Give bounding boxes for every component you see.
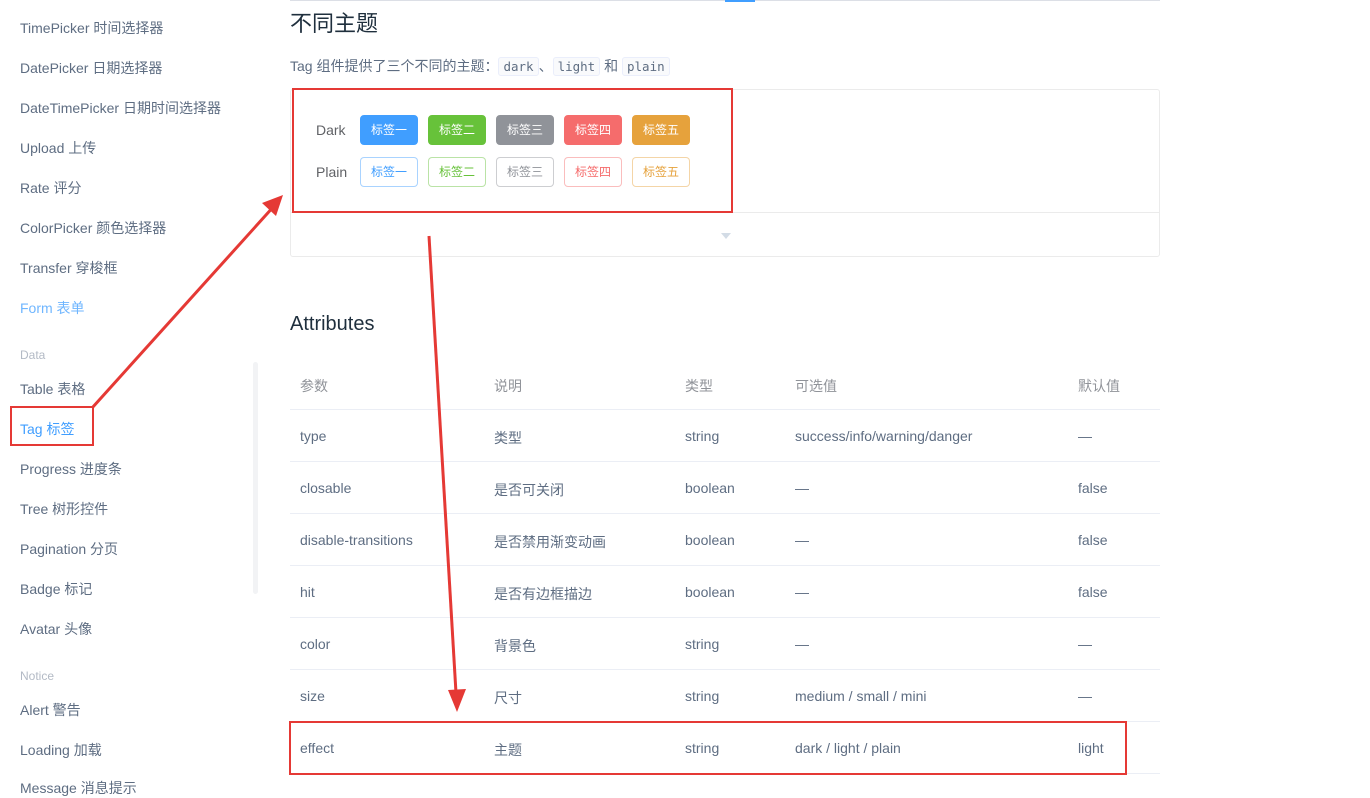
- cell-param: closable: [300, 480, 352, 496]
- cell-description: 尺寸: [494, 690, 522, 706]
- plain-tag: 标签五: [632, 157, 690, 187]
- cell-accepted-values: dark / light / plain: [795, 740, 901, 756]
- section-title: 不同主题: [290, 11, 379, 36]
- cell-description: 类型: [494, 430, 522, 446]
- sidebar-item-message[interactable]: Message 消息提示: [20, 778, 137, 798]
- cell-description: 是否有边框描边: [494, 586, 592, 602]
- plain-tag: 标签一: [360, 157, 418, 187]
- cell-accepted-values: —: [795, 532, 809, 548]
- cell-param: effect: [300, 740, 334, 756]
- sidebar-item-rate[interactable]: Rate 评分: [20, 178, 81, 198]
- cell-default: —: [1078, 428, 1092, 444]
- cell-description: 是否禁用渐变动画: [494, 534, 606, 550]
- table-divider: [290, 721, 1160, 722]
- plain-row-label: Plain: [316, 164, 348, 180]
- cell-default: false: [1078, 480, 1108, 496]
- cell-accepted-values: —: [795, 584, 809, 600]
- sidebar-item-tree[interactable]: Tree 树形控件: [20, 499, 108, 519]
- description-text: Tag 组件提供了三个不同的主题：: [290, 58, 499, 74]
- sidebar-item-upload[interactable]: Upload 上传: [20, 138, 96, 158]
- dark-tag: 标签三: [496, 115, 554, 145]
- cell-param: disable-transitions: [300, 532, 413, 548]
- demo-divider: [291, 212, 1159, 213]
- cell-type: boolean: [685, 532, 735, 548]
- table-divider: [290, 565, 1160, 566]
- sidebar-item-timepicker[interactable]: TimePicker 时间选择器: [20, 18, 163, 38]
- section-description: Tag 组件提供了三个不同的主题： dark、 light 和 plain: [290, 56, 670, 76]
- sidebar-item-colorpicker[interactable]: ColorPicker 颜色选择器: [20, 218, 166, 238]
- sidebar-item-table[interactable]: Table 表格: [20, 379, 85, 399]
- dark-tag: 标签一: [360, 115, 418, 145]
- cell-default: —: [1078, 688, 1092, 704]
- cell-default: —: [1078, 636, 1092, 652]
- attributes-title: Attributes: [290, 313, 375, 335]
- sidebar-group-notice: Notice: [20, 669, 55, 683]
- cell-default: false: [1078, 532, 1108, 548]
- sidebar-scrollbar[interactable]: [253, 362, 258, 594]
- header-description: 说明: [494, 378, 522, 394]
- cell-description: 背景色: [494, 638, 536, 654]
- cell-description: 主题: [494, 742, 522, 758]
- cell-type: string: [685, 740, 720, 756]
- cell-accepted-values: —: [795, 480, 809, 496]
- plain-tag: 标签二: [428, 157, 486, 187]
- table-divider: [290, 669, 1160, 670]
- cell-param: color: [300, 636, 331, 652]
- sidebar-item-pagination[interactable]: Pagination 分页: [20, 539, 118, 559]
- dark-tag: 标签四: [564, 115, 622, 145]
- plain-tag: 标签三: [496, 157, 554, 187]
- cell-type: boolean: [685, 480, 735, 496]
- dark-tag: 标签二: [428, 115, 486, 145]
- dark-tag: 标签五: [632, 115, 690, 145]
- cell-param: size: [300, 688, 325, 704]
- table-divider: [290, 461, 1160, 462]
- sidebar-item-tag[interactable]: Tag 标签: [20, 419, 74, 439]
- cell-param: hit: [300, 584, 315, 600]
- table-divider: [290, 773, 1160, 774]
- code-light: light: [552, 57, 601, 76]
- sidebar-item-form[interactable]: Form 表单: [20, 298, 85, 318]
- arrow-line-demo-to-row: [427, 235, 458, 694]
- table-divider: [290, 617, 1160, 618]
- description-separator: 、: [538, 58, 553, 74]
- arrow-head-icon: [262, 195, 283, 216]
- sidebar-item-badge[interactable]: Badge 标记: [20, 579, 92, 599]
- dark-row-label: Dark: [316, 122, 346, 138]
- code-dark: dark: [498, 57, 539, 76]
- sidebar-item-transfer[interactable]: Transfer 穿梭框: [20, 258, 118, 278]
- sidebar-item-progress[interactable]: Progress 进度条: [20, 459, 122, 479]
- cell-description: 是否可关闭: [494, 482, 564, 498]
- cell-default: light: [1078, 740, 1104, 756]
- cell-accepted-values: medium / small / mini: [795, 688, 927, 704]
- header-type: 类型: [685, 378, 713, 394]
- sidebar-item-datepicker[interactable]: DatePicker 日期选择器: [20, 58, 162, 78]
- sidebar-item-loading[interactable]: Loading 加载: [20, 740, 102, 760]
- sidebar-item-avatar[interactable]: Avatar 头像: [20, 619, 92, 639]
- header-default: 默认值: [1078, 378, 1120, 394]
- cell-default: false: [1078, 584, 1108, 600]
- cell-param: type: [300, 428, 327, 444]
- sidebar-item-alert[interactable]: Alert 警告: [20, 700, 81, 720]
- cell-accepted-values: —: [795, 636, 809, 652]
- scroll-indicator: [725, 0, 755, 2]
- description-and: 和: [604, 58, 619, 74]
- table-divider: [290, 409, 1160, 410]
- cell-type: string: [685, 688, 720, 704]
- code-plain: plain: [622, 57, 670, 76]
- sidebar-item-datetimepicker[interactable]: DateTimePicker 日期时间选择器: [20, 98, 221, 118]
- sidebar-group-data: Data: [20, 348, 46, 362]
- plain-tag: 标签四: [564, 157, 622, 187]
- header-accepted-values: 可选值: [795, 378, 837, 394]
- cell-accepted-values: success/info/warning/danger: [795, 428, 973, 444]
- cell-type: string: [685, 428, 720, 444]
- table-divider: [290, 513, 1160, 514]
- cell-type: string: [685, 636, 720, 652]
- expand-code-caret-icon[interactable]: [721, 233, 731, 239]
- cell-type: boolean: [685, 584, 735, 600]
- sidebar: TimePicker 时间选择器 DatePicker 日期选择器 DateTi…: [0, 0, 260, 796]
- arrow-head-icon: [448, 689, 466, 712]
- header-param: 参数: [300, 378, 328, 394]
- demo-block: Dark Plain 标签一 标签二 标签三 标签四 标签五 标签一 标签二 标…: [290, 89, 1160, 257]
